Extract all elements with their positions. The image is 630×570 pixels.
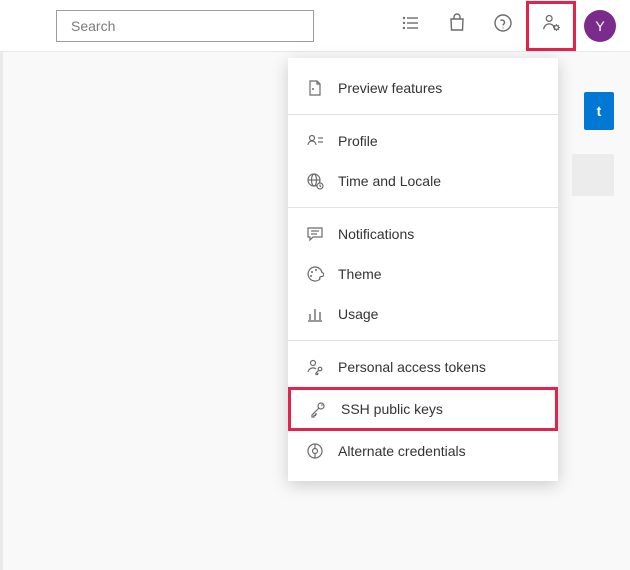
bar-chart-icon bbox=[306, 305, 324, 323]
credentials-icon bbox=[306, 442, 324, 460]
menu-profile[interactable]: Profile bbox=[288, 121, 558, 161]
menu-time-locale[interactable]: Time and Locale bbox=[288, 161, 558, 201]
avatar-initial: Y bbox=[595, 18, 604, 34]
menu-item-label: SSH public keys bbox=[341, 401, 443, 417]
menu-divider bbox=[288, 207, 558, 208]
search-box[interactable] bbox=[56, 10, 314, 42]
marketplace-button[interactable] bbox=[434, 3, 480, 49]
topbar-actions: Y bbox=[388, 1, 616, 51]
user-settings-menu: Preview features Profile Time and Locale bbox=[288, 58, 558, 481]
menu-item-label: Alternate credentials bbox=[338, 443, 466, 459]
menu-theme[interactable]: Theme bbox=[288, 254, 558, 294]
menu-ssh-public-keys[interactable]: SSH public keys bbox=[288, 387, 558, 431]
topbar: Y bbox=[0, 0, 630, 52]
partial-grey-panel bbox=[572, 154, 614, 196]
menu-item-label: Notifications bbox=[338, 226, 414, 242]
chat-icon bbox=[306, 225, 324, 243]
document-sparkle-icon bbox=[306, 79, 324, 97]
menu-item-label: Profile bbox=[338, 133, 378, 149]
menu-personal-access-tokens[interactable]: Personal access tokens bbox=[288, 347, 558, 387]
help-icon bbox=[493, 13, 513, 38]
key-icon bbox=[309, 400, 327, 418]
avatar[interactable]: Y bbox=[584, 10, 616, 42]
palette-icon bbox=[306, 265, 324, 283]
menu-divider bbox=[288, 340, 558, 341]
menu-alternate-credentials[interactable]: Alternate credentials bbox=[288, 431, 558, 471]
search-input[interactable] bbox=[71, 18, 305, 34]
menu-item-label: Theme bbox=[338, 266, 382, 282]
menu-item-label: Time and Locale bbox=[338, 173, 441, 189]
user-gear-icon bbox=[541, 13, 561, 38]
list-icon bbox=[401, 13, 421, 38]
help-button[interactable] bbox=[480, 3, 526, 49]
globe-clock-icon bbox=[306, 172, 324, 190]
person-card-icon bbox=[306, 132, 324, 150]
menu-usage[interactable]: Usage bbox=[288, 294, 558, 334]
person-key-icon bbox=[306, 358, 324, 376]
user-settings-button[interactable] bbox=[526, 1, 576, 51]
partial-primary-button[interactable]: t bbox=[584, 92, 614, 130]
menu-item-label: Preview features bbox=[338, 80, 442, 96]
shopping-bag-icon bbox=[447, 13, 467, 38]
list-button[interactable] bbox=[388, 3, 434, 49]
menu-divider bbox=[288, 114, 558, 115]
menu-notifications[interactable]: Notifications bbox=[288, 214, 558, 254]
menu-item-label: Usage bbox=[338, 306, 378, 322]
menu-item-label: Personal access tokens bbox=[338, 359, 486, 375]
partial-button-text: t bbox=[597, 103, 602, 119]
menu-preview-features[interactable]: Preview features bbox=[288, 68, 558, 108]
